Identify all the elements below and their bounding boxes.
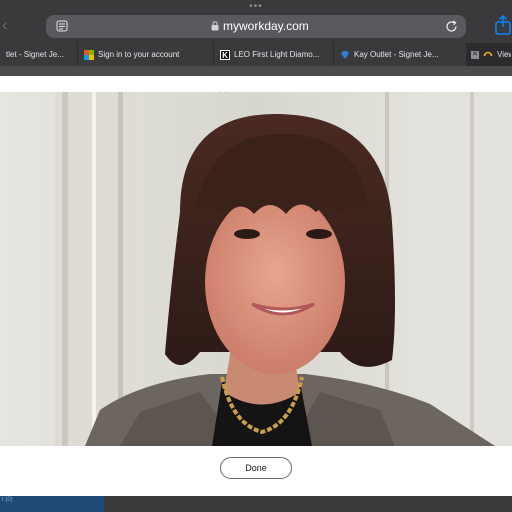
- done-button[interactable]: Done: [220, 457, 292, 479]
- tab-label: View: [497, 50, 511, 59]
- profile-photo: [0, 92, 512, 446]
- tab-label: LEO First Light Diamo...: [234, 50, 320, 59]
- loading-icon: [483, 51, 493, 56]
- address-bar[interactable]: myworkday.com: [46, 15, 466, 38]
- lock-icon: [211, 21, 219, 31]
- close-tab-icon[interactable]: ✕: [471, 50, 479, 59]
- share-icon[interactable]: [494, 15, 512, 35]
- microsoft-icon: [84, 49, 94, 60]
- tab-label: tlet - Signet Je...: [6, 50, 64, 59]
- tab-sign-in[interactable]: Sign in to your account: [78, 43, 214, 66]
- page-header-strip: [0, 66, 512, 76]
- tab-label: Kay Outlet - Signet Je...: [354, 50, 439, 59]
- tab-label: Sign in to your account: [98, 50, 180, 59]
- diamond-icon: [341, 50, 349, 59]
- page-content: Done: [0, 66, 512, 496]
- back-chevron-icon[interactable]: ‹: [2, 18, 7, 34]
- browser-chrome: ••• ‹ myworkday.com tlet - Signet Je...: [0, 0, 512, 66]
- tab-kay-outlet[interactable]: Kay Outlet - Signet Je...: [334, 43, 467, 66]
- tab-leo-diamond[interactable]: K LEO First Light Diamo...: [214, 43, 334, 66]
- url-text[interactable]: myworkday.com: [223, 18, 309, 35]
- tab-signet-outlet[interactable]: tlet - Signet Je...: [0, 43, 78, 66]
- bottom-faint-text: t (0): [2, 497, 13, 503]
- tab-bar: tlet - Signet Je... Sign in to your acco…: [0, 43, 512, 66]
- reload-icon[interactable]: [444, 19, 459, 34]
- k-icon: K: [220, 49, 230, 60]
- more-dots[interactable]: •••: [0, 2, 512, 12]
- bottom-nav-panel[interactable]: [0, 496, 104, 512]
- tab-view-active[interactable]: ✕ View: [467, 43, 512, 66]
- reader-icon[interactable]: [56, 20, 68, 32]
